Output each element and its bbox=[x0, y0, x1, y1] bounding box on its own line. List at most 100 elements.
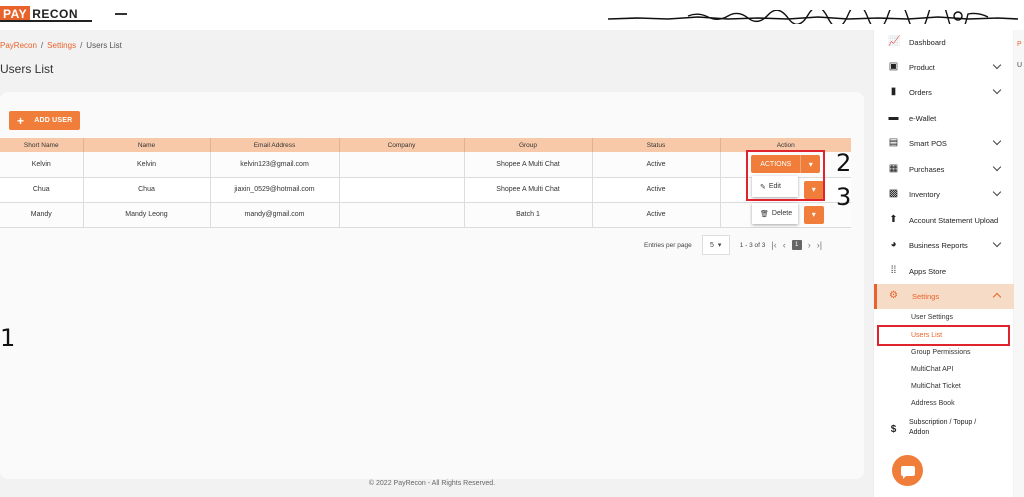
dollar-icon: $ bbox=[890, 424, 897, 435]
cell-name: Mandy Leong bbox=[83, 202, 211, 228]
actions-caret-button[interactable]: ▾ bbox=[803, 205, 824, 224]
sidebar-item-business-reports[interactable]: ◕ Business Reports bbox=[874, 233, 1014, 258]
wallet-icon: ▬ bbox=[888, 112, 899, 123]
menu-item-delete-label: Delete bbox=[771, 210, 793, 217]
cell-short-name: Chua bbox=[0, 177, 84, 203]
entries-per-page-select[interactable]: 5 ▾ bbox=[701, 235, 730, 255]
menu-item-delete[interactable]: 🗑 Delete bbox=[752, 203, 798, 224]
col-group[interactable]: Group bbox=[464, 138, 593, 152]
subscription-line-1: Subscription / Topup / bbox=[909, 419, 977, 426]
sidebar-item-orders[interactable]: ▮ Orders bbox=[874, 80, 1014, 105]
sidebar-item-purchases[interactable]: ▦ Purchases bbox=[874, 157, 1014, 182]
sidebar-item-product[interactable]: ▣ Product bbox=[874, 55, 1014, 80]
sidebar-item-label: e-Wallet bbox=[909, 114, 937, 123]
breadcrumb-separator: / bbox=[40, 41, 44, 50]
sidebar-item-label: Apps Store bbox=[909, 267, 947, 276]
cell-short-name: Mandy bbox=[0, 202, 84, 228]
sidebar-item-account-statement-upload[interactable]: ⬆ Account Statement Upload bbox=[874, 208, 1014, 233]
chat-button[interactable] bbox=[892, 455, 923, 486]
cell-status: Active bbox=[592, 177, 721, 203]
col-company[interactable]: Company bbox=[339, 138, 465, 152]
cell-name: Chua bbox=[83, 177, 211, 203]
prev-page-icon[interactable]: ‹ bbox=[783, 240, 786, 250]
cell-group: Shopee A Multi Chat bbox=[464, 177, 593, 203]
breadcrumb-payrecon[interactable]: PayRecon bbox=[0, 41, 37, 50]
footer-copyright: © 2022 PayRecon - All Rights Reserved. bbox=[368, 480, 496, 487]
sidebar-subitem-user-settings[interactable]: User Settings bbox=[911, 314, 953, 321]
chevron-down-icon bbox=[992, 162, 1002, 172]
page-number-current[interactable]: 1 bbox=[791, 240, 802, 250]
col-email[interactable]: Email Address bbox=[210, 138, 340, 152]
annotation-number-1: 1 bbox=[0, 324, 16, 352]
sidebar: 📈 Dashboard ▣ Product ▮ Orders ▬ e-Walle… bbox=[873, 30, 1014, 497]
redacted-header-scribble bbox=[608, 10, 1018, 24]
upload-icon: ⬆ bbox=[889, 214, 898, 225]
sidebar-item-dashboard[interactable]: 📈 Dashboard bbox=[874, 30, 1014, 55]
sidebar-item-smart-pos[interactable]: ▤ Smart POS bbox=[874, 131, 1014, 156]
users-table: Short Name Name Email Address Company Gr… bbox=[0, 138, 851, 228]
subscription-line-2: Addon bbox=[909, 429, 930, 436]
sidebar-item-label: Dashboard bbox=[909, 38, 946, 47]
table-row[interactable]: Kelvin Kelvin kelvin123@gmail.com Shopee… bbox=[0, 152, 851, 178]
col-name[interactable]: Name bbox=[83, 138, 211, 152]
trash-icon: 🗑 bbox=[760, 210, 769, 218]
last-page-icon[interactable]: ›| bbox=[817, 240, 822, 250]
right-panel-edge: P U bbox=[1014, 30, 1024, 497]
grid-icon: ⁞⁞ bbox=[890, 265, 897, 276]
pie-chart-icon: ◕ bbox=[890, 239, 897, 250]
gear-icon: ⚙ bbox=[889, 290, 898, 301]
sidebar-item-label: Inventory bbox=[909, 190, 940, 199]
plus-icon: + bbox=[17, 113, 25, 128]
cell-email: mandy@gmail.com bbox=[210, 202, 340, 228]
box-icon: ▣ bbox=[888, 61, 899, 72]
annotation-number-3: 3 bbox=[836, 183, 852, 211]
boxes-icon: ▩ bbox=[888, 188, 899, 199]
table-row[interactable]: Mandy Mandy Leong mandy@gmail.com Batch … bbox=[0, 202, 851, 228]
sidebar-item-label: Subscription / Topup / Addon bbox=[909, 418, 976, 438]
cell-email: jiaxin_0529@hotmail.com bbox=[210, 177, 340, 203]
cell-status: Active bbox=[592, 202, 721, 228]
first-page-icon[interactable]: |‹ bbox=[771, 240, 776, 250]
col-status[interactable]: Status bbox=[592, 138, 721, 152]
clipboard-icon: ▮ bbox=[890, 86, 897, 97]
sidebar-subitem-address-book[interactable]: Address Book bbox=[911, 400, 955, 407]
cell-group: Shopee A Multi Chat bbox=[464, 152, 593, 178]
chevron-down-icon bbox=[992, 85, 1002, 95]
chevron-down-icon bbox=[992, 136, 1002, 146]
sidebar-subitem-group-permissions[interactable]: Group Permissions bbox=[911, 349, 971, 356]
truck-icon: ▦ bbox=[888, 163, 899, 174]
annotation-number-2: 2 bbox=[836, 149, 852, 177]
sidebar-item-ewallet[interactable]: ▬ e-Wallet bbox=[874, 106, 1014, 131]
sidebar-item-label: Orders bbox=[909, 88, 932, 97]
sidebar-item-inventory[interactable]: ▩ Inventory bbox=[874, 182, 1014, 207]
entries-per-page-value: 5 bbox=[709, 241, 714, 249]
cell-email: kelvin123@gmail.com bbox=[210, 152, 340, 178]
breadcrumb-settings[interactable]: Settings bbox=[47, 41, 76, 50]
cell-name: Kelvin bbox=[83, 152, 211, 178]
page-title: Users List bbox=[0, 62, 54, 76]
add-user-label: ADD USER bbox=[34, 117, 73, 124]
cell-group: Batch 1 bbox=[464, 202, 593, 228]
sidebar-subitem-multichat-api[interactable]: MultiChat API bbox=[911, 366, 953, 373]
breadcrumb-separator: / bbox=[80, 41, 83, 50]
cell-company bbox=[339, 152, 465, 178]
annotation-highlight-users-list bbox=[877, 325, 1010, 346]
sidebar-item-label: Business Reports bbox=[909, 241, 968, 250]
col-short-name[interactable]: Short Name bbox=[0, 138, 84, 152]
sidebar-item-subscription[interactable]: $ Subscription / Topup / Addon bbox=[874, 415, 1014, 445]
right-panel-letter-a: P bbox=[1017, 41, 1022, 48]
sidebar-item-settings[interactable]: ⚙ Settings bbox=[874, 284, 1014, 309]
add-user-button[interactable]: + ADD USER bbox=[9, 111, 80, 130]
menu-toggle-icon[interactable] bbox=[115, 13, 127, 15]
breadcrumb: PayRecon / Settings / Users List bbox=[0, 41, 122, 50]
sidebar-item-apps-store[interactable]: ⁞⁞ Apps Store bbox=[874, 259, 1014, 284]
table-row[interactable]: Chua Chua jiaxin_0529@hotmail.com Shopee… bbox=[0, 177, 851, 203]
next-page-icon[interactable]: › bbox=[808, 240, 811, 250]
logo-recon: RECON bbox=[32, 7, 79, 21]
sidebar-subitem-multichat-ticket[interactable]: MultiChat Ticket bbox=[911, 383, 961, 390]
cell-short-name: Kelvin bbox=[0, 152, 84, 178]
sidebar-item-label: Settings bbox=[912, 292, 940, 301]
caret-down-icon: ▾ bbox=[717, 242, 722, 249]
cell-company bbox=[339, 202, 465, 228]
payrecon-logo[interactable]: PAY RECON bbox=[0, 6, 92, 22]
